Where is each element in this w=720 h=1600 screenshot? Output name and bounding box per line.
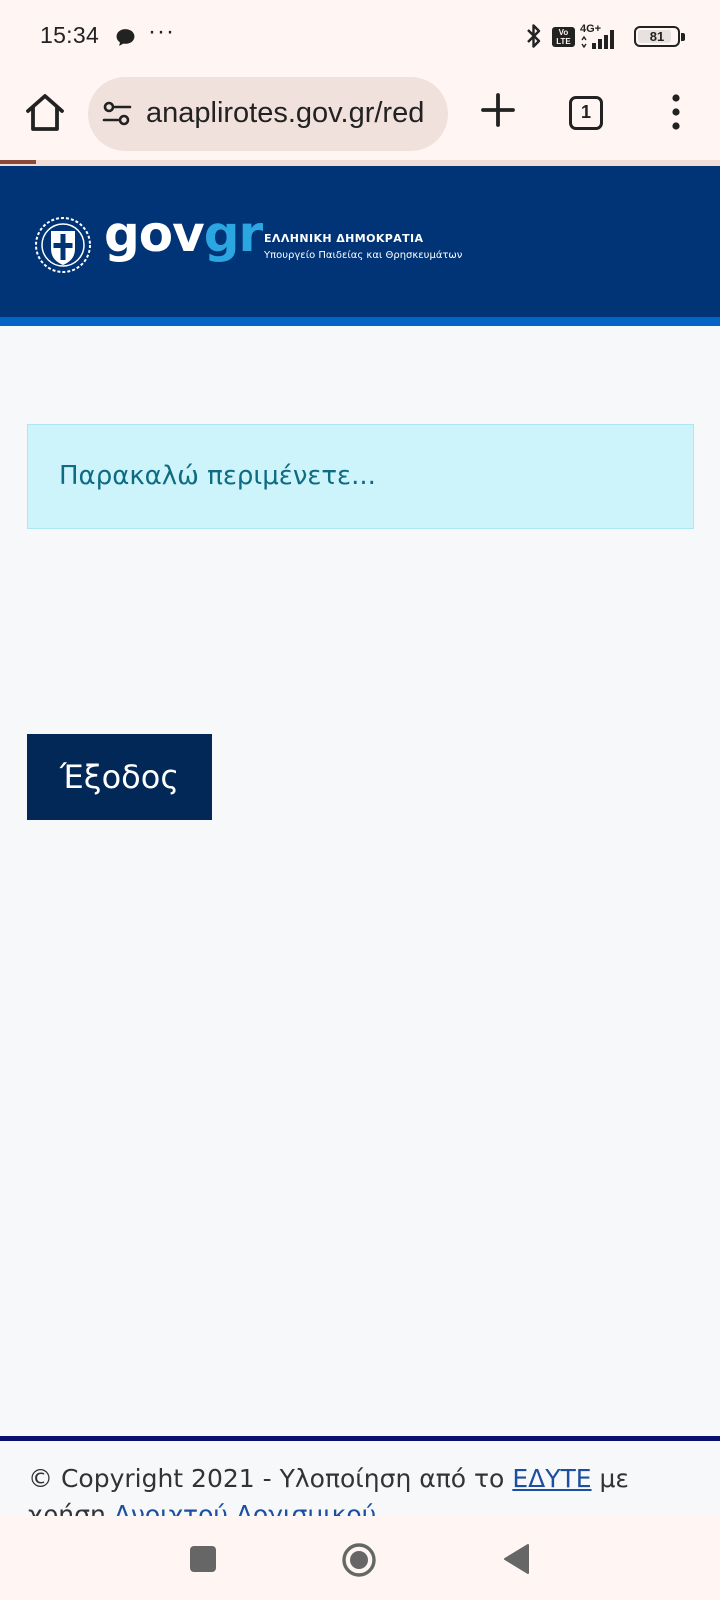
logo-gr-text: gr [203, 205, 263, 263]
bluetooth-icon [527, 24, 541, 48]
url-bar[interactable]: anaplirotes.gov.gr/red [88, 77, 448, 151]
volte-icon: Vo LTE [552, 27, 575, 47]
battery-tip [681, 33, 685, 41]
site-settings-icon[interactable] [102, 101, 132, 127]
chat-bubble-icon [116, 29, 135, 46]
status-bar: 15:34 ··· Vo LTE 4G+ 81 [0, 0, 720, 72]
footer-text: © Copyright 2021 - Υλοποίηση από το ΕΔΥΤ… [28, 1461, 698, 1516]
site-header: govgr ΕΛΛΗΝΙΚΗ ΔΗΜΟΚΡΑΤΙΑ Υπουργείο Παιδ… [0, 166, 720, 326]
exit-button[interactable]: Έξοδος [27, 734, 212, 820]
copyright-text: © Copyright 2021 - Υλοποίηση από το [28, 1464, 513, 1493]
open-software-link[interactable]: Ανοιχτού Λογισμικού [114, 1500, 376, 1516]
signal-icon [581, 30, 614, 49]
plus-icon[interactable] [478, 90, 518, 130]
home-circle-icon[interactable] [341, 1542, 377, 1578]
browser-toolbar: anaplirotes.gov.gr/red 1 [0, 72, 720, 160]
battery-icon: 81 [634, 26, 685, 47]
back-triangle-icon[interactable] [502, 1543, 530, 1575]
status-time: 15:34 [40, 22, 100, 48]
govgr-logo[interactable]: govgr [104, 204, 263, 264]
url-text[interactable]: anaplirotes.gov.gr/red [146, 97, 424, 130]
loading-message: Παρακαλώ περιμένετε... [59, 461, 376, 491]
logo-gov-text: gov [104, 205, 205, 263]
overflow-menu-icon[interactable] [664, 92, 688, 132]
tabs-icon[interactable]: 1 [569, 96, 603, 130]
page-footer: © Copyright 2021 - Υλοποίηση από το ΕΔΥΤ… [0, 1436, 720, 1516]
ministry-label: Υπουργείο Παιδείας και Θρησκευμάτων [264, 250, 463, 261]
more-notifications-indicator: ··· [148, 18, 175, 45]
recents-square-icon[interactable] [190, 1546, 216, 1572]
hellenic-republic-emblem-icon [35, 217, 91, 273]
system-navigation-bar [0, 1516, 720, 1600]
home-icon[interactable] [22, 90, 68, 136]
loading-alert: Παρακαλώ περιμένετε... [27, 424, 694, 529]
battery-level: 81 [649, 29, 665, 44]
page-load-progress-fill [0, 160, 36, 164]
republic-label: ΕΛΛΗΝΙΚΗ ΔΗΜΟΚΡΑΤΙΑ [264, 232, 424, 245]
edyte-link[interactable]: ΕΔΥΤΕ [512, 1464, 591, 1493]
